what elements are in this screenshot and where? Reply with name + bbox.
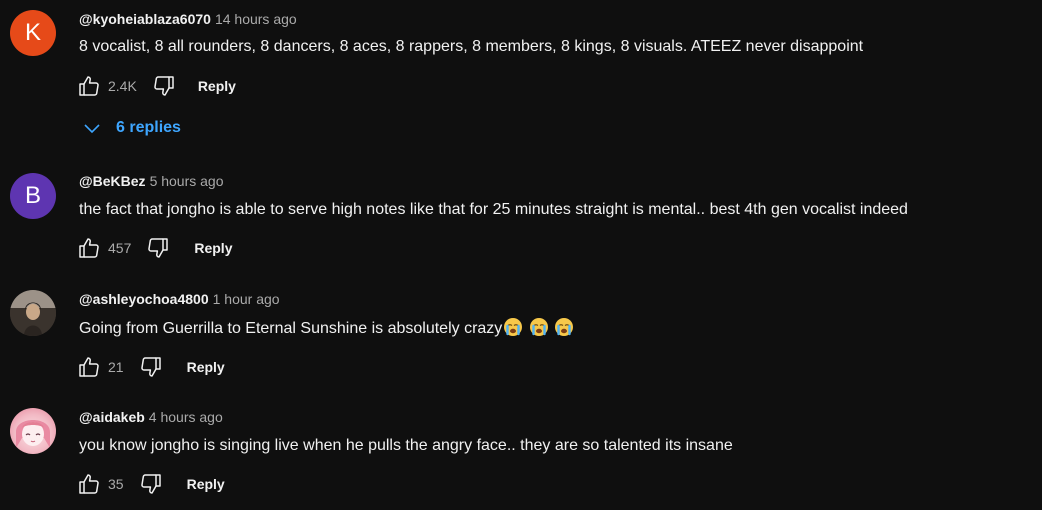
loudly-crying-face-emoji	[504, 318, 523, 336]
avatar[interactable]	[10, 408, 56, 454]
dislike-icon	[140, 357, 161, 377]
timestamp[interactable]: 14 hours ago	[215, 11, 297, 27]
comment-header: @aidakeb 4 hours ago	[79, 408, 223, 426]
avatar[interactable]: B	[10, 173, 56, 219]
comment-text: 8 vocalist, 8 all rounders, 8 dancers, 8…	[79, 38, 864, 55]
comment-header: @BeKBez 5 hours ago	[79, 172, 224, 190]
dislike-button[interactable]	[146, 236, 170, 260]
chevron-down-icon	[84, 124, 100, 134]
like-count: 457	[108, 240, 132, 256]
reply-button[interactable]: Reply	[198, 78, 236, 94]
like-icon	[79, 357, 99, 377]
reply-button[interactable]: Reply	[187, 476, 225, 492]
like-button[interactable]	[77, 74, 101, 98]
loudly-crying-face-emoji	[555, 318, 574, 336]
comment-actions: 2.4K Reply	[77, 74, 236, 98]
like-button[interactable]	[77, 236, 101, 260]
comment-actions: 35 Reply	[77, 472, 225, 496]
avatar-photo	[10, 290, 56, 336]
timestamp[interactable]: 4 hours ago	[149, 409, 223, 425]
timestamp[interactable]: 1 hour ago	[213, 291, 280, 307]
author-name[interactable]: @aidakeb	[79, 409, 145, 425]
avatar-letter: B	[24, 182, 41, 209]
dislike-icon	[148, 238, 169, 258]
like-count: 35	[108, 476, 124, 492]
like-count: 2.4K	[108, 78, 137, 94]
comment-text: the fact that jongho is able to serve hi…	[79, 201, 908, 218]
comment-text: you know jongho is singing live when he …	[79, 437, 733, 454]
timestamp[interactable]: 5 hours ago	[150, 173, 224, 189]
author-name[interactable]: @ashleyochoa4800	[79, 291, 209, 307]
avatar-illustration	[16, 420, 50, 448]
comment-text: Going from Guerrilla to Eternal Sunshine…	[79, 317, 574, 340]
like-icon	[79, 238, 99, 258]
dislike-button[interactable]	[152, 74, 176, 98]
reply-button[interactable]: Reply	[194, 240, 232, 256]
reply-button[interactable]: Reply	[187, 359, 225, 375]
author-name[interactable]: @BeKBez	[79, 173, 146, 189]
avatar[interactable]: K	[10, 10, 56, 56]
comment-actions: 457 Reply	[77, 236, 232, 260]
dislike-button[interactable]	[139, 355, 163, 379]
view-replies-button[interactable]: 6 replies	[80, 116, 181, 140]
like-icon	[79, 76, 99, 96]
avatar[interactable]	[10, 290, 56, 336]
loudly-crying-face-emoji	[530, 318, 549, 336]
dislike-button[interactable]	[139, 472, 163, 496]
comment-text-content: Going from Guerrilla to Eternal Sunshine…	[79, 320, 503, 337]
comment-header: @ashleyochoa4800 1 hour ago	[79, 290, 280, 308]
dislike-icon	[154, 76, 174, 96]
like-icon	[79, 474, 99, 494]
comment-header: @kyoheiablaza6070 14 hours ago	[79, 10, 297, 28]
comments-section: K @kyoheiablaza6070 14 hours ago 8 vocali…	[0, 0, 1042, 510]
like-button[interactable]	[77, 355, 101, 379]
like-button[interactable]	[77, 472, 101, 496]
avatar-letter: K	[24, 19, 41, 46]
author-name[interactable]: @kyoheiablaza6070	[79, 11, 211, 27]
comment-actions: 21 Reply	[77, 355, 225, 379]
like-count: 21	[108, 359, 124, 375]
replies-count-label: 6 replies	[116, 119, 181, 136]
dislike-icon	[140, 474, 161, 494]
